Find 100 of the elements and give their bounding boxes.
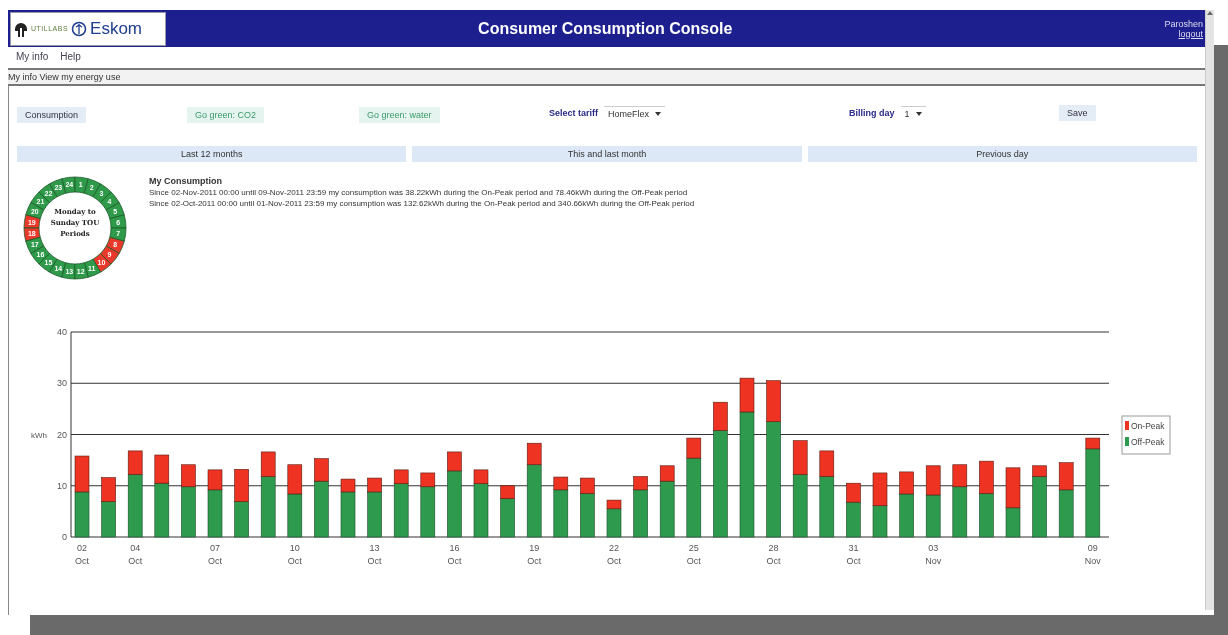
breadcrumb: My info View my energy use [8, 68, 1205, 86]
on-peak-bar [500, 485, 515, 499]
on-peak-bar [1005, 467, 1021, 509]
on-peak-bar [314, 458, 329, 482]
on-peak-bar [154, 454, 170, 484]
on-peak-bar [526, 442, 542, 466]
logout-link[interactable]: logout [1178, 28, 1203, 39]
on-peak-bar [207, 469, 223, 491]
tariff-select[interactable]: HomeFlex [604, 105, 666, 121]
y-tick-label: 0 [62, 532, 67, 542]
x-tick-label: 02 Oct [75, 543, 89, 566]
partner-text: Eskom [90, 18, 143, 39]
off-peak-bar [819, 476, 835, 538]
off-peak-bar [74, 491, 90, 538]
legend-label: Off-Peak [1131, 437, 1165, 447]
on-peak-bar [181, 464, 196, 488]
on-peak-bar [393, 469, 409, 484]
off-peak-bar [633, 489, 648, 538]
off-peak-bar [473, 483, 489, 538]
user-name: Paroshen [1164, 18, 1203, 29]
scroll-up-icon[interactable] [1207, 10, 1213, 16]
on-peak-bar [260, 451, 276, 477]
y-tick-label: 10 [57, 480, 67, 491]
off-peak-bar [925, 494, 941, 538]
y-tick-label: 20 [57, 429, 67, 440]
x-tick-label: 22 Oct [607, 543, 621, 566]
caret-icon [915, 111, 922, 116]
on-peak-bar [633, 476, 648, 491]
on-peak-bar [872, 472, 888, 507]
off-peak-bar [659, 480, 675, 538]
on-peak-bar [127, 450, 143, 475]
off-peak-bar [420, 486, 436, 538]
off-peak-bar [127, 474, 143, 538]
save-button[interactable]: Save [1059, 105, 1096, 121]
off-peak-bar [447, 470, 462, 538]
summary-text: Since 02-Oct-2011 00:00 until 01-Nov-2011 23:59 my consumption was 132.62kWh during the On-Peak period and 340.66kWh during the Off-Peak period [149, 198, 695, 209]
off-peak-bar [181, 486, 196, 538]
menu-item[interactable]: Help [60, 51, 81, 62]
on-peak-bar [819, 450, 835, 477]
x-tick-label: 13 Oct [367, 543, 382, 566]
on-peak-bar [1032, 465, 1047, 477]
page-title: Consumer Consumption Console [477, 19, 734, 38]
y-tick-label: 30 [57, 378, 67, 389]
on-peak-bar [420, 472, 436, 488]
y-axis-label: kWh [31, 430, 47, 440]
off-peak-bar [792, 474, 808, 538]
x-tick-label: 25 Oct [686, 543, 701, 566]
off-peak-bar [207, 489, 223, 538]
off-peak-bar [101, 501, 116, 538]
off-peak-bar [952, 486, 968, 538]
x-tick-label: 28 Oct [766, 543, 781, 566]
on-peak-bar [367, 477, 382, 493]
x-tick-label: 19 Oct [527, 543, 542, 566]
off-peak-bar [846, 501, 861, 538]
on-peak-bar [447, 451, 462, 472]
off-peak-bar [393, 483, 409, 538]
legend-label: On-Peak [1131, 421, 1165, 431]
x-tick-label: 31 Oct [846, 543, 861, 566]
on-peak-bar [606, 499, 622, 510]
on-peak-bar [101, 477, 116, 502]
off-peak-bar [340, 491, 356, 538]
x-tick-label: 10 Oct [287, 543, 302, 566]
off-peak-bar [287, 493, 303, 538]
x-tick-label: 03 Nov [925, 543, 942, 566]
on-peak-bar [899, 471, 914, 495]
billing-day-label: Billing day [849, 108, 895, 118]
off-peak-bar [979, 493, 994, 538]
period-tab[interactable]: This and last month [412, 146, 802, 162]
off-peak-bar [1005, 507, 1021, 538]
off-peak-bar [606, 508, 622, 538]
off-peak-bar [314, 480, 329, 538]
scrollbar[interactable] [1205, 10, 1214, 610]
legend-swatch [1125, 437, 1129, 446]
off-peak-bar [580, 493, 595, 538]
x-tick-label: 07 Oct [208, 543, 222, 566]
on-peak-bar [686, 437, 702, 459]
view-button[interactable]: Consumption [17, 106, 87, 123]
off-peak-bar [1058, 489, 1074, 538]
off-peak-bar [154, 482, 170, 538]
x-tick-label: 09 Nov [1084, 543, 1101, 566]
off-peak-bar [553, 489, 569, 538]
summary-text: Since 02-Nov-2011 00:00 until 09-Nov-2011 23:59 my consumption was 38.22kWh during the On-Peak period and 78.46kWh during the Off-Peak period [149, 187, 689, 198]
off-peak-bar [872, 505, 888, 538]
on-peak-bar [553, 476, 569, 491]
off-peak-bar [260, 476, 276, 538]
period-tab[interactable]: Previous day [807, 146, 1197, 162]
on-peak-bar [580, 477, 595, 494]
on-peak-bar [979, 460, 994, 494]
off-peak-bar [1032, 476, 1047, 538]
off-peak-bar [367, 491, 382, 538]
on-peak-bar [1058, 462, 1074, 491]
billing-day-select[interactable]: 1 [900, 105, 926, 121]
x-tick-label: 16 Oct [447, 543, 462, 566]
off-peak-bar [899, 493, 914, 538]
x-tick-label: 04 Oct [128, 543, 143, 566]
summary-title: My Consumption [149, 176, 223, 187]
emblem-icon [71, 20, 88, 37]
period-tab[interactable]: Last 12 months [17, 146, 407, 162]
on-peak-bar [659, 465, 675, 482]
menu-item[interactable]: My info [16, 51, 49, 62]
